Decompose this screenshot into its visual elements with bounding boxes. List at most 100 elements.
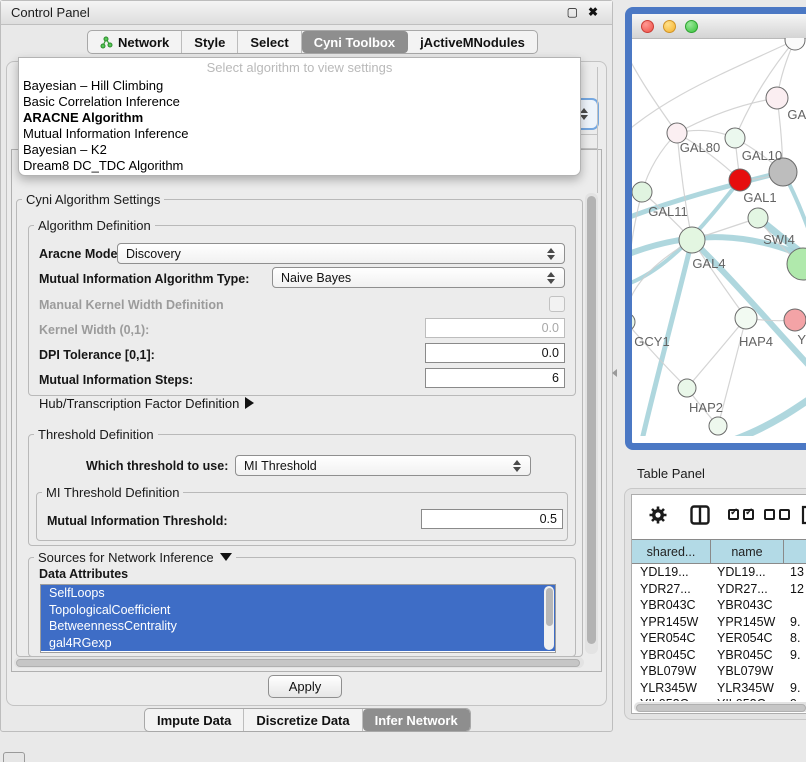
column-header-shared-name[interactable]: shared... (632, 540, 711, 563)
network-node[interactable] (679, 227, 705, 253)
attributes-scrollbar-thumb[interactable] (546, 588, 553, 626)
float-window-icon[interactable]: ▢ (567, 5, 578, 19)
column-header-partial[interactable] (784, 540, 806, 563)
manual-kernel-width-checkbox[interactable] (549, 296, 565, 312)
data-attribute-item[interactable]: SelfLoops (41, 585, 555, 602)
table-row[interactable]: YDL19...YDL19...13 (632, 564, 806, 581)
algorithm-option[interactable]: Bayesian – Hill Climbing (19, 78, 580, 94)
table-row[interactable]: YER054CYER054C8. (632, 630, 806, 647)
tab-cyni-toolbox[interactable]: Cyni Toolbox (302, 31, 408, 53)
column-header-name[interactable]: name (711, 540, 784, 563)
settings-vertical-scrollbar-thumb[interactable] (587, 196, 596, 644)
table-cell: YBL079W (632, 663, 711, 680)
collapsed-panel-button[interactable] (3, 752, 25, 762)
tab-impute-data[interactable]: Impute Data (145, 709, 244, 731)
tab-select[interactable]: Select (238, 31, 301, 53)
algorithm-option[interactable]: Mutual Information Inference (19, 126, 580, 142)
mi-steps-label: Mutual Information Steps: (39, 373, 193, 387)
tab-network[interactable]: Network (88, 31, 182, 53)
spinner-icon (547, 248, 556, 260)
network-node[interactable] (735, 307, 757, 329)
network-view-window: GAL80GAL10GAL1GAL11SWI4GAL4GCY1HAP4HAP2G… (625, 7, 806, 450)
network-node-label: YP (797, 332, 806, 347)
tab-jactivemnodules[interactable]: jActiveMNodules (408, 31, 537, 53)
mi-threshold-field[interactable]: 0.5 (421, 509, 563, 529)
network-node[interactable] (678, 379, 696, 397)
aracne-mode-value: Discovery (126, 247, 181, 261)
close-traffic-light-icon[interactable] (641, 20, 654, 33)
tab-infer-network[interactable]: Infer Network (363, 709, 470, 731)
network-node[interactable] (784, 309, 806, 331)
sources-title[interactable]: Sources for Network Inference (34, 550, 236, 565)
apply-button-label: Apply (289, 679, 322, 694)
table-horizontal-scrollbar[interactable] (634, 702, 806, 712)
spinner-icon (513, 460, 522, 472)
table-cell: YDR27... (711, 581, 784, 598)
table-row[interactable]: YIL052CYIL052C9 (632, 696, 806, 701)
cyni-algorithm-settings-title: Cyni Algorithm Settings (22, 192, 164, 207)
checked-box-icon[interactable] (743, 509, 754, 520)
data-attribute-item[interactable]: TopologicalCoefficient (41, 602, 555, 619)
attributes-scrollbar[interactable] (544, 586, 554, 650)
tab-discretize-data[interactable]: Discretize Data (244, 709, 362, 731)
settings-vertical-scrollbar[interactable] (585, 193, 598, 654)
algorithm-option[interactable]: ARACNE Algorithm (19, 110, 580, 126)
settings-horizontal-scrollbar-thumb[interactable] (16, 659, 580, 667)
network-edge (692, 240, 746, 318)
bottom-tabbar: Impute Data Discretize Data Infer Networ… (144, 708, 471, 732)
occluded-groupbox-edge (579, 134, 598, 135)
table-row[interactable]: YBL079WYBL079W (632, 663, 806, 680)
mi-steps-field[interactable]: 6 (425, 368, 565, 388)
network-icon (100, 36, 113, 49)
table-row[interactable]: YLR345WYLR345W9. (632, 680, 806, 697)
table-row[interactable]: YDR27...YDR27...12 (632, 581, 806, 598)
control-panel-titlebar: Control Panel ▢ ✖ (1, 1, 612, 25)
network-node[interactable] (709, 417, 727, 435)
unchecked-box-icon[interactable] (764, 509, 775, 520)
algorithm-option[interactable]: Dream8 DC_TDC Algorithm (19, 158, 580, 174)
network-edge (735, 40, 795, 138)
network-node[interactable] (632, 182, 652, 202)
network-node[interactable] (766, 87, 788, 109)
data-attributes-list[interactable]: SelfLoopsTopologicalCoefficientBetweenne… (40, 584, 556, 653)
hub-tf-definition-toggle[interactable]: Hub/Transcription Factor Definition (39, 396, 254, 411)
data-attribute-item[interactable]: gal4RGexp (41, 635, 555, 652)
split-columns-icon[interactable] (690, 505, 710, 525)
data-attribute-item[interactable]: BetweennessCentrality (41, 618, 555, 635)
network-node[interactable] (748, 208, 768, 228)
dpi-tolerance-field[interactable]: 0.0 (425, 343, 565, 363)
settings-horizontal-scrollbar[interactable] (14, 657, 584, 668)
column-partial-icon[interactable] (801, 505, 806, 525)
mi-algorithm-type-combobox[interactable]: Naive Bayes (272, 267, 565, 288)
zoom-traffic-light-icon[interactable] (685, 20, 698, 33)
algorithm-option[interactable]: Basic Correlation Inference (19, 94, 580, 110)
control-panel-tabbar: Network Style Select Cyni Toolbox jActiv… (87, 30, 538, 54)
network-node[interactable] (725, 128, 745, 148)
table-row[interactable]: YPR145WYPR145W9. (632, 614, 806, 631)
table-cell: YPR145W (711, 614, 784, 631)
table-row[interactable]: YBR043CYBR043C (632, 597, 806, 614)
settings-gear-icon[interactable] (648, 505, 668, 525)
network-canvas[interactable]: GAL80GAL10GAL1GAL11SWI4GAL4GCY1HAP4HAP2G… (632, 38, 806, 436)
checked-box-icon[interactable] (728, 509, 739, 520)
close-window-icon[interactable]: ✖ (588, 5, 598, 19)
minimize-traffic-light-icon[interactable] (663, 20, 676, 33)
algorithm-dropdown-placeholder: Select algorithm to view settings (19, 58, 580, 78)
apply-button[interactable]: Apply (268, 675, 342, 698)
kernel-width-field[interactable]: 0.0 (425, 318, 565, 338)
unchecked-box-icon[interactable] (779, 509, 790, 520)
table-row[interactable]: YBR045CYBR045C9. (632, 647, 806, 664)
panel-resize-handle[interactable] (612, 369, 617, 377)
which-threshold-combobox[interactable]: MI Threshold (235, 455, 531, 476)
manual-kernel-width-label: Manual Kernel Width Definition (39, 298, 224, 312)
mi-threshold-value: 0.5 (540, 512, 557, 526)
data-attributes-label: Data Attributes (39, 567, 128, 581)
aracne-mode-combobox[interactable]: Discovery (117, 243, 565, 264)
table-cell: YDL19... (711, 564, 784, 581)
network-node[interactable] (729, 169, 751, 191)
tab-style[interactable]: Style (182, 31, 238, 53)
table-horizontal-scrollbar-thumb[interactable] (636, 704, 806, 712)
algorithm-option[interactable]: Bayesian – K2 (19, 142, 580, 158)
network-node[interactable] (632, 313, 635, 331)
threshold-definition-title: Threshold Definition (34, 427, 158, 442)
